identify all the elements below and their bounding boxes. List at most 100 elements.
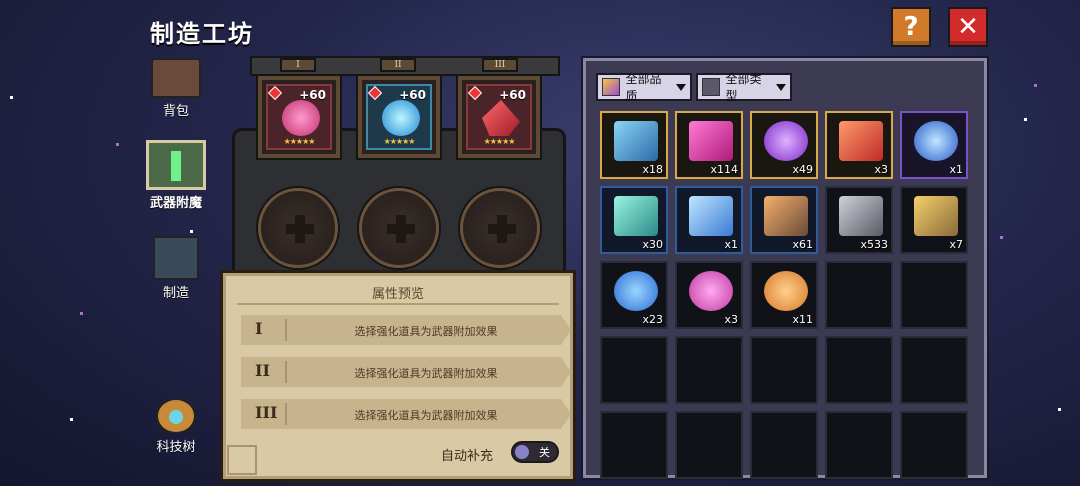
effect-number: II	[255, 361, 270, 380]
attribute-preview-panel: 属性预览 I 选择强化道具为武器附加效果 II 选择强化道具为武器附加效果 II…	[220, 270, 576, 482]
star	[1034, 84, 1037, 87]
empty-inventory-slot[interactable]	[600, 411, 668, 479]
empty-inventory-slot[interactable]	[900, 336, 968, 404]
inventory-slot[interactable]: x3	[675, 261, 743, 329]
inventory-slot[interactable]: x61	[750, 186, 818, 254]
toggle-state-label: 关	[539, 446, 550, 459]
nav-label: 武器附魔	[149, 196, 202, 211]
divider	[237, 303, 559, 305]
effect-row-1: I 选择强化道具为武器附加效果	[241, 315, 571, 345]
nav-item-backpack[interactable]: 背包	[138, 58, 214, 119]
empty-inventory-slot[interactable]	[750, 411, 818, 479]
star	[1024, 118, 1027, 121]
inventory-slot[interactable]: x114	[675, 111, 743, 179]
empty-inventory-slot[interactable]	[825, 411, 893, 479]
inventory-slot[interactable]: x1	[675, 186, 743, 254]
inventory-slot[interactable]: x1	[900, 111, 968, 179]
enchant-slot-1[interactable]: +60 ★★★★★	[256, 74, 342, 160]
blue-potion-icon	[614, 271, 658, 311]
gold-ore-icon	[914, 196, 958, 236]
slot-stars: ★★★★★	[283, 137, 316, 146]
socket-2[interactable]	[359, 188, 439, 268]
empty-inventory-slot[interactable]	[825, 336, 893, 404]
empty-inventory-slot[interactable]	[675, 336, 743, 404]
enchant-slot-3[interactable]: +60 ★★★★★	[456, 74, 542, 160]
inventory-slot[interactable]: x18	[600, 111, 668, 179]
tech-tree-icon	[156, 398, 196, 434]
effect-row-3: III 选择强化道具为武器附加效果	[241, 399, 571, 429]
nav-item-craft[interactable]: 制造	[138, 236, 214, 301]
pink-ingot-icon	[689, 121, 733, 161]
inventory-slot[interactable]: x3	[825, 111, 893, 179]
slot-bonus: +60	[499, 88, 526, 102]
forge-tab-2: II	[380, 58, 416, 72]
item-quantity: x114	[710, 163, 738, 176]
star	[70, 418, 73, 421]
rarity-badge-icon	[267, 85, 283, 101]
slot-stars: ★★★★★	[383, 137, 416, 146]
rarity-badge-icon	[367, 85, 383, 101]
blue-orb-icon	[382, 100, 420, 136]
chest-icon	[151, 58, 201, 98]
inventory-slot[interactable]: x11	[750, 261, 818, 329]
item-quantity: x1	[724, 238, 738, 251]
star	[80, 312, 83, 315]
item-quantity: x3	[874, 163, 888, 176]
item-quantity: x61	[792, 238, 813, 251]
inventory-slot[interactable]: x533	[825, 186, 893, 254]
effect-text: 选择强化道具为武器附加效果	[354, 367, 498, 380]
help-button[interactable]: ?	[891, 7, 931, 47]
inventory-slot[interactable]: x30	[600, 186, 668, 254]
gray-ore-icon	[839, 196, 883, 236]
item-quantity: x49	[792, 163, 813, 176]
rarity-badge-icon	[467, 85, 483, 101]
filter-label: 全部类型	[725, 72, 762, 103]
slot-frame: +60 ★★★★★	[366, 84, 432, 150]
preview-title: 属性预览	[371, 287, 424, 302]
effect-number: III	[255, 403, 278, 422]
star	[10, 96, 13, 99]
socket-3[interactable]	[460, 188, 540, 268]
empty-inventory-slot[interactable]	[750, 336, 818, 404]
orange-potion-icon	[764, 271, 808, 311]
craft-arm-icon	[153, 236, 199, 280]
empty-inventory-slot[interactable]	[675, 411, 743, 479]
item-quantity: x7	[949, 238, 963, 251]
socket-1[interactable]	[258, 188, 338, 268]
inventory-slot[interactable]: x23	[600, 261, 668, 329]
inventory-slot[interactable]: x7	[900, 186, 968, 254]
blue-ingot-icon	[614, 121, 658, 161]
red-ingot-icon	[839, 121, 883, 161]
effect-text: 选择强化道具为武器附加效果	[354, 325, 498, 338]
effect-row-2: II 选择强化道具为武器附加效果	[241, 357, 571, 387]
effect-text: 选择强化道具为武器附加效果	[354, 409, 498, 422]
auto-refill-toggle[interactable]: 关	[511, 441, 559, 463]
slot-stars: ★★★★★	[483, 137, 516, 146]
nav-item-enchant[interactable]: 武器附魔	[138, 140, 214, 211]
toggle-knob	[515, 445, 529, 459]
inventory-slot[interactable]: x49	[750, 111, 818, 179]
empty-inventory-slot[interactable]	[825, 261, 893, 329]
red-pink-gem-icon	[282, 100, 320, 136]
enchant-slot-2[interactable]: +60 ★★★★★	[356, 74, 442, 160]
item-quantity: x1	[949, 163, 963, 176]
quality-gem-icon	[602, 78, 620, 96]
empty-inventory-slot[interactable]	[600, 336, 668, 404]
nav-label: 科技树	[156, 440, 196, 455]
empty-inventory-slot[interactable]	[900, 411, 968, 479]
divider	[285, 361, 287, 383]
star	[116, 143, 119, 146]
divider	[285, 319, 287, 341]
inventory-panel: 全部品质 全部类型 x18 x114 x49 x3 x1 x30 x1 x61 x533 x7 x2…	[583, 58, 987, 479]
item-quantity: x11	[792, 313, 813, 326]
nav-item-tech-tree[interactable]: 科技树	[138, 398, 214, 455]
close-button[interactable]: ✕	[948, 7, 988, 47]
red-crystal-icon	[482, 100, 520, 136]
empty-inventory-slot[interactable]	[900, 261, 968, 329]
corner-ornament	[227, 445, 257, 475]
page-title: 制造工坊	[150, 20, 254, 48]
item-quantity: x533	[860, 238, 888, 251]
type-filter-dropdown[interactable]: 全部类型	[696, 72, 792, 103]
item-quantity: x23	[642, 313, 663, 326]
quality-filter-dropdown[interactable]: 全部品质	[596, 72, 692, 103]
